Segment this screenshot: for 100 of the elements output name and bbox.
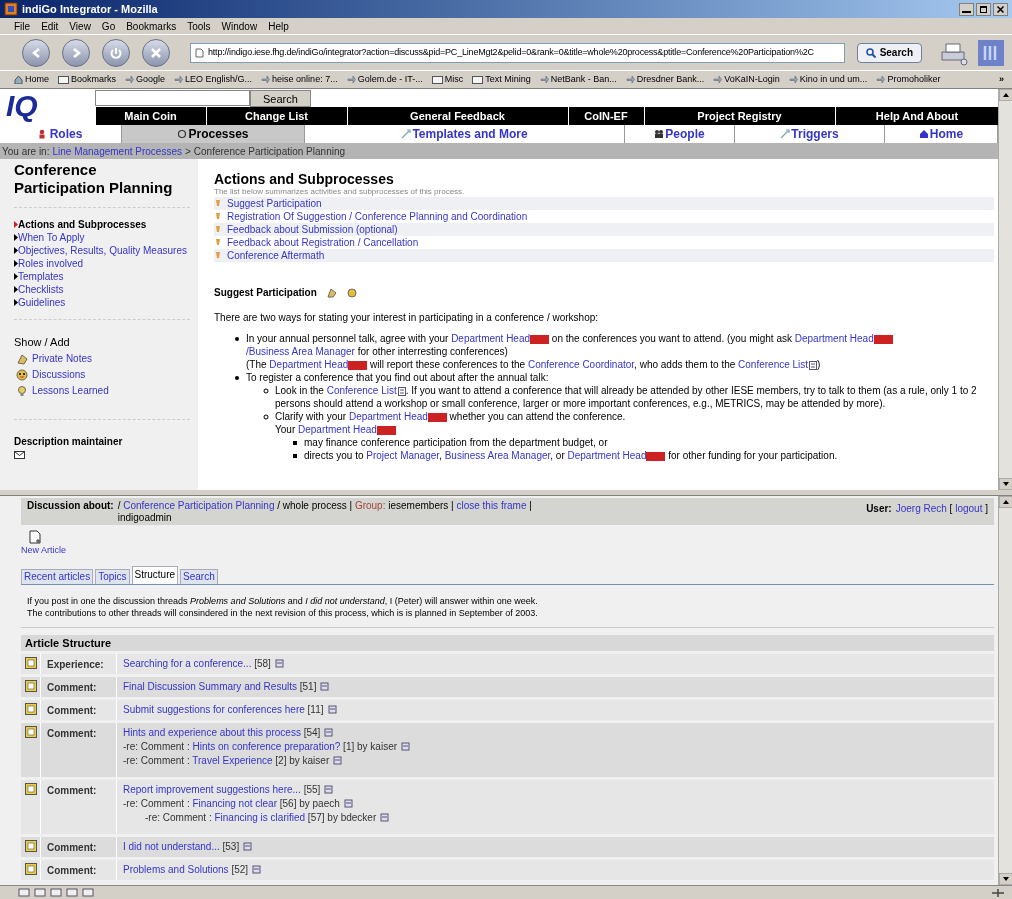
change-badge-icon — [646, 451, 666, 461]
show-add-link[interactable]: Lessons Learned — [14, 382, 190, 399]
link[interactable]: Conference List — [326, 385, 397, 396]
list-item-text: To register a conference that you find out about after the annual talk: — [246, 371, 550, 384]
menu-item[interactable]: Help — [268, 18, 289, 34]
tab[interactable]: Search — [180, 568, 218, 584]
bookmark-item[interactable]: Text Mining — [472, 72, 531, 87]
nav-tab[interactable]: People — [625, 125, 735, 143]
link[interactable]: Problems and Solutions — [123, 863, 229, 875]
link[interactable]: Department Head — [451, 333, 531, 344]
link[interactable]: Department Head — [348, 411, 428, 422]
menu-item[interactable]: File — [14, 18, 31, 34]
article-title: Hints and experience about this process [54] — [123, 725, 994, 740]
bookmark-item[interactable]: VoKaIN-Login — [713, 72, 780, 87]
bookmark-item[interactable]: Promoholiker — [876, 72, 941, 87]
close-button[interactable] — [993, 2, 1008, 16]
section-label: Show / Add — [14, 335, 71, 350]
maximize-button[interactable] — [976, 2, 991, 16]
stop-button[interactable] — [142, 38, 170, 67]
tab[interactable]: Recent articles — [21, 568, 94, 584]
sidebar-link[interactable]: Actions and Subprocesses — [14, 218, 190, 231]
notepad-icon — [25, 702, 37, 715]
link[interactable]: /Business Area Manager — [246, 346, 355, 357]
action-link[interactable]: Conference Aftermath — [214, 249, 994, 262]
discussion-path: / Conference Participation Planning / whole process | Group: iesemembers | close this frame | — [117, 500, 532, 512]
show-add-link[interactable]: Private Notes — [14, 350, 190, 367]
bullet-icon — [234, 336, 240, 342]
link[interactable]: close this frame — [456, 500, 527, 511]
nav-tab[interactable]: Processes — [122, 125, 305, 143]
link[interactable]: Final Discussion Summary and Results — [123, 680, 297, 692]
scrollbar[interactable] — [998, 496, 1012, 885]
bookmark-item[interactable]: heise online: 7... — [261, 72, 338, 87]
tab[interactable]: Structure — [131, 565, 179, 584]
nav-tab[interactable]: Roles — [0, 125, 122, 143]
link[interactable]: Project Manager — [366, 450, 440, 461]
breadcrumb-link[interactable]: Line Management Processes — [52, 143, 182, 159]
search-field[interactable] — [95, 90, 250, 106]
nav-tab[interactable]: Home — [885, 125, 998, 143]
action-link[interactable]: Feedback about Submission (optional) — [214, 223, 994, 236]
bookmark-item[interactable]: Kino in und um... — [788, 72, 868, 87]
nav-tab[interactable]: Triggers — [735, 125, 885, 143]
link[interactable]: Business Area Manager — [444, 450, 551, 461]
search-button[interactable]: Search — [250, 89, 311, 107]
bookmark-item[interactable]: Home — [14, 72, 49, 87]
menu-item[interactable]: Edit — [41, 18, 59, 34]
notepad-icon — [25, 782, 37, 795]
menu-item[interactable]: Go — [101, 18, 116, 34]
link[interactable]: Department Head — [567, 450, 647, 461]
link[interactable]: Submit suggestions for conferences here — [123, 703, 305, 715]
link[interactable]: Hints and experience about this process — [123, 726, 301, 738]
link[interactable]: logout — [955, 503, 983, 514]
user-info: User: Joerg Rech [ logout ] — [866, 502, 988, 516]
article-type: Comment: — [41, 779, 117, 834]
bookmark-item[interactable]: Google — [125, 72, 166, 87]
bookmark-item[interactable]: Bookmarks — [58, 72, 117, 87]
link[interactable]: Travel Experience — [192, 754, 273, 766]
menu-item[interactable]: Bookmarks — [126, 18, 177, 34]
link[interactable]: Conference Participation Planning — [123, 500, 275, 511]
show-add-link[interactable]: Discussions — [14, 366, 190, 383]
sidebar-link[interactable]: When To Apply — [14, 231, 190, 244]
notepad-icon — [25, 656, 37, 669]
menu-item[interactable]: Tools — [187, 18, 211, 34]
link[interactable]: Department Head — [794, 333, 874, 344]
sidebar-link[interactable]: Checklists — [14, 283, 190, 296]
breadcrumb-current: Conference Participation Planning — [193, 144, 346, 159]
bookmark-item[interactable]: Misc — [431, 72, 464, 87]
link[interactable]: Searching for a conference... — [123, 657, 252, 669]
bookmark-item[interactable]: NetBank - Ban... — [539, 72, 617, 87]
menu-item[interactable]: View — [69, 18, 91, 34]
more-bookmarks-button[interactable]: » — [999, 72, 1004, 87]
link[interactable]: Financing not clear — [192, 797, 277, 809]
link[interactable]: Conference List — [738, 359, 809, 370]
menu-item[interactable]: Window — [221, 18, 258, 34]
link[interactable]: Hints on conference preparation? — [192, 740, 341, 752]
back-button[interactable] — [22, 38, 50, 67]
link[interactable]: Report improvement suggestions here... — [123, 783, 301, 795]
link[interactable]: Department Head — [298, 424, 377, 435]
link[interactable]: Department Head — [269, 359, 349, 370]
reload-button[interactable] — [102, 38, 130, 67]
action-link[interactable]: Suggest Participation — [214, 197, 994, 210]
sidebar-link[interactable]: Roles involved — [14, 257, 190, 270]
bullet-icon — [263, 388, 269, 394]
search-button[interactable]: Search — [856, 42, 922, 63]
link[interactable]: Conference Coordinator — [527, 359, 635, 370]
sidebar-link[interactable]: Guidelines — [14, 296, 190, 309]
nav-tab[interactable]: Templates and More — [305, 125, 625, 143]
tab[interactable]: Topics — [95, 568, 130, 584]
sidebar-link[interactable]: Templates — [14, 270, 190, 283]
link[interactable]: Joerg Rech — [895, 503, 947, 514]
address-field[interactable]: http://indigo.iese.fhg.de/indiGo/integrator?action=discuss&pid=PC_LineMgt2&pelid=0&rank=0&title=whole%20process&ptitle=Conference%20Participation%2C — [190, 42, 845, 63]
bookmark-item[interactable]: LEO English/G... — [174, 72, 253, 87]
sidebar-link[interactable]: Objectives, Results, Quality Measures — [14, 244, 190, 257]
link[interactable]: Financing is clarified — [214, 811, 306, 823]
forward-button[interactable] — [62, 38, 90, 67]
link[interactable]: I did not understand... — [123, 840, 220, 852]
scrollbar[interactable] — [998, 89, 1012, 490]
new-article-button[interactable]: New Article — [21, 530, 66, 558]
bookmark-item[interactable]: Dresdner Bank... — [625, 72, 705, 87]
minimize-button[interactable] — [959, 2, 974, 16]
bookmark-item[interactable]: Golem.de - IT-... — [346, 72, 423, 87]
